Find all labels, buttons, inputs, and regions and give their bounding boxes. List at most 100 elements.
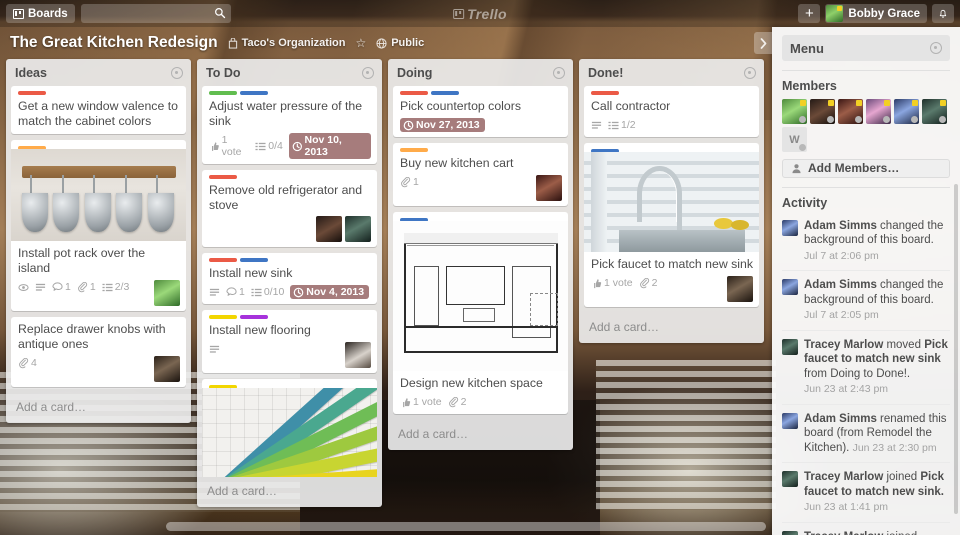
member-status-dot: [855, 116, 862, 123]
member-status-dot: [939, 116, 946, 123]
add-card-button[interactable]: Add a card…: [579, 313, 764, 343]
badge-text: 1 vote: [413, 396, 442, 408]
avatar[interactable]: [782, 99, 807, 124]
card-label[interactable]: [18, 91, 46, 95]
card-label[interactable]: [400, 148, 428, 152]
list-cards: Adjust water pressure of the sink 1 vote 0…: [197, 86, 382, 477]
activity-avatar[interactable]: [782, 338, 798, 355]
board-title[interactable]: The Great Kitchen Redesign: [10, 34, 218, 52]
card-label[interactable]: [591, 91, 619, 95]
card[interactable]: Buy paint for cabinets1: [202, 379, 377, 477]
activity-user[interactable]: Tracey Marlow: [804, 339, 883, 351]
add-card-button[interactable]: Add a card…: [6, 393, 191, 423]
card-label[interactable]: [240, 315, 268, 319]
avatar[interactable]: [154, 356, 180, 382]
card-badges: Nov 27, 2013: [400, 118, 562, 132]
attachment-icon: [19, 357, 29, 368]
card-badges: 1 vote 2: [400, 395, 562, 409]
card[interactable]: Install pot rack over the island 1 1 2/3: [11, 140, 186, 311]
list-menu-icon[interactable]: [171, 67, 183, 79]
activity-avatar[interactable]: [782, 412, 798, 429]
card[interactable]: Buy new kitchen cart 1: [393, 143, 568, 206]
activity-avatar[interactable]: [782, 471, 798, 488]
badge-text: 1 vote: [221, 134, 242, 158]
card[interactable]: Pick faucet to match new sink 1 vote 2: [584, 143, 759, 307]
activity-feed: Adam Simms changed the background of thi…: [782, 216, 954, 535]
list-title[interactable]: Ideas: [15, 66, 47, 80]
add-card-button[interactable]: Add a card…: [388, 420, 573, 450]
card-label[interactable]: [400, 91, 428, 95]
activity-avatar[interactable]: [782, 530, 798, 535]
activity-user[interactable]: Adam Simms: [804, 413, 877, 425]
card-badge-due: Nov 4, 2013: [290, 285, 370, 299]
activity-user[interactable]: Adam Simms: [804, 220, 877, 232]
card[interactable]: Install new sink 1 0/10 Nov 4, 2013: [202, 253, 377, 304]
card-label[interactable]: [240, 91, 268, 95]
card-cover-image: [393, 221, 568, 371]
activity-text: Adam Simms renamed this board (from Remo…: [804, 412, 950, 456]
avatar[interactable]: [345, 216, 371, 242]
badge-text: 0/4: [268, 140, 283, 152]
star-board-button[interactable]: ☆: [355, 36, 366, 50]
board-visibility[interactable]: Public: [376, 37, 424, 49]
card-label[interactable]: [209, 175, 237, 179]
activity-user[interactable]: Tracey Marlow: [804, 471, 883, 483]
avatar[interactable]: [810, 99, 835, 124]
add-card-button[interactable]: Add a card…: [197, 477, 382, 507]
attachment-icon: [401, 176, 411, 187]
card-label[interactable]: [209, 315, 237, 319]
card[interactable]: Replace drawer knobs with antique ones 4: [11, 317, 186, 387]
list-title[interactable]: Done!: [588, 66, 623, 80]
card[interactable]: Design new kitchen space 1 vote 2: [393, 212, 568, 414]
board-organization[interactable]: Taco's Organization: [228, 37, 345, 49]
activity-user[interactable]: Tracey Marlow: [804, 531, 883, 535]
card[interactable]: Adjust water pressure of the sink 1 vote 0…: [202, 86, 377, 164]
avatar[interactable]: [536, 175, 562, 201]
card-label[interactable]: [240, 258, 268, 262]
member-avatar-placeholder[interactable]: W: [782, 127, 807, 152]
activity-avatar[interactable]: [782, 219, 798, 236]
avatar[interactable]: [316, 216, 342, 242]
organization-icon: [228, 37, 237, 49]
card[interactable]: Remove old refrigerator and stove: [202, 170, 377, 247]
list-title[interactable]: To Do: [206, 66, 240, 80]
avatar[interactable]: [154, 280, 180, 306]
due-icon: [293, 287, 304, 297]
add-button[interactable]: +: [798, 4, 821, 23]
board-horizontal-scrollbar[interactable]: [0, 522, 775, 531]
card[interactable]: Install new flooring: [202, 310, 377, 373]
card-title: Pick countertop colors: [400, 99, 521, 113]
avatar[interactable]: [345, 342, 371, 368]
avatar[interactable]: [838, 99, 863, 124]
list-menu-icon[interactable]: [744, 67, 756, 79]
list-menu-icon[interactable]: [362, 67, 374, 79]
list-menu-icon[interactable]: [553, 67, 565, 79]
activity-avatar[interactable]: [782, 279, 798, 296]
card[interactable]: Pick countertop colors Nov 27, 2013: [393, 86, 568, 137]
search-input[interactable]: [80, 4, 231, 23]
activity-user[interactable]: Adam Simms: [804, 279, 877, 291]
card-badge-description: [35, 282, 46, 293]
card[interactable]: Call contractor 1/2: [584, 86, 759, 137]
notifications-button[interactable]: [932, 4, 954, 23]
sidebar-scrollbar[interactable]: [954, 184, 958, 514]
checklist-icon: [608, 121, 619, 129]
scrollbar-thumb[interactable]: [166, 522, 766, 531]
avatar[interactable]: [922, 99, 947, 124]
avatar[interactable]: [894, 99, 919, 124]
checklist-icon: [251, 288, 262, 296]
card-title: Buy new kitchen cart: [400, 156, 514, 170]
card[interactable]: Get a new window valence to match the ca…: [11, 86, 186, 134]
comment-icon: [226, 286, 237, 296]
add-members-button[interactable]: Add Members…: [782, 159, 950, 178]
avatar[interactable]: [866, 99, 891, 124]
list-header: Ideas: [6, 59, 191, 86]
card-label[interactable]: [431, 91, 459, 95]
avatar[interactable]: [727, 276, 753, 302]
user-menu-button[interactable]: Bobby Grace: [825, 4, 927, 23]
card-badges: 1 0/10 Nov 4, 2013: [209, 285, 371, 299]
card-label[interactable]: [209, 258, 237, 262]
card-label[interactable]: [209, 91, 237, 95]
boards-button[interactable]: Boards: [6, 4, 75, 23]
list-title[interactable]: Doing: [397, 66, 432, 80]
